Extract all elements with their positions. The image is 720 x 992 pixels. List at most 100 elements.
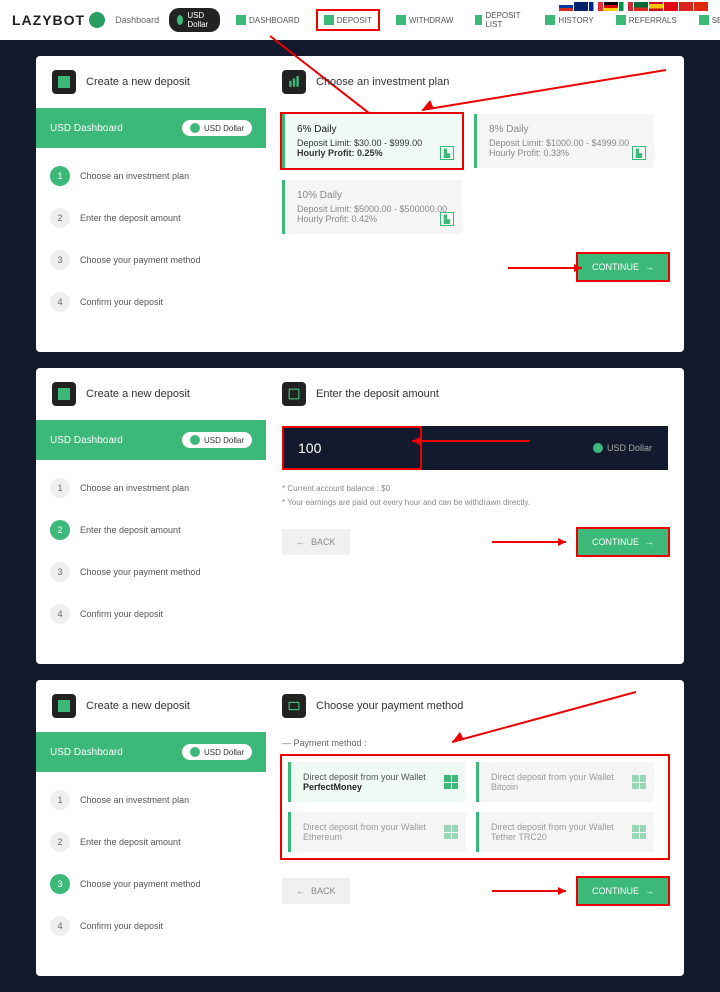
step-1[interactable]: 1Choose an investment plan bbox=[50, 166, 252, 186]
annotation-arrow-continue-1 bbox=[508, 262, 588, 274]
history-icon bbox=[545, 15, 555, 25]
dollar-icon bbox=[177, 15, 183, 25]
qr-icon bbox=[632, 775, 646, 789]
amount-input[interactable]: 100 USD Dollar bbox=[282, 426, 668, 470]
plan-10-daily[interactable]: 10% Daily Deposit Limit: $5000.00 - $500… bbox=[282, 180, 462, 234]
back-button[interactable]: ←BACK bbox=[282, 878, 350, 904]
nav-referrals[interactable]: REFERRALS bbox=[610, 11, 683, 29]
usd-dashboard-bar: USD Dashboard USD Dollar bbox=[36, 420, 266, 460]
continue-button[interactable]: CONTINUE→ bbox=[578, 529, 668, 555]
create-deposit-icon bbox=[52, 70, 76, 94]
nav-withdraw[interactable]: WITHDRAW bbox=[390, 11, 460, 29]
flag-vn[interactable] bbox=[679, 2, 693, 11]
plan-section-title: Choose an investment plan bbox=[316, 76, 449, 88]
card-choose-plan: Create a new deposit USD Dashboard USD D… bbox=[36, 56, 684, 352]
pm-perfectmoney[interactable]: Direct deposit from your Wallet PerfectM… bbox=[288, 762, 466, 802]
step-3[interactable]: 3Choose your payment method bbox=[50, 562, 252, 582]
step-1[interactable]: 1Choose an investment plan bbox=[50, 478, 252, 498]
arrow-right-icon: → bbox=[645, 537, 654, 547]
flag-fr[interactable] bbox=[589, 2, 603, 11]
dollar-icon bbox=[593, 443, 603, 453]
usd-dashboard-bar: USD Dashboard USD Dollar bbox=[36, 732, 266, 772]
flag-it[interactable] bbox=[619, 2, 633, 11]
amount-section-icon bbox=[282, 382, 306, 406]
flag-es[interactable] bbox=[649, 2, 663, 11]
step-3[interactable]: 3Choose your payment method bbox=[50, 250, 252, 270]
pm-ethereum[interactable]: Direct deposit from your Wallet Ethereum bbox=[288, 812, 466, 852]
topbar: LAZYBOT Dashboard USD Dollar DASHBOARD D… bbox=[0, 0, 720, 40]
usd-dashboard-bar: USD Dashboard USD Dollar bbox=[36, 108, 266, 148]
qr-icon bbox=[444, 825, 458, 839]
usd-chip[interactable]: USD Dollar bbox=[182, 744, 252, 760]
dollar-icon bbox=[190, 747, 200, 757]
create-deposit-icon bbox=[52, 382, 76, 406]
referrals-icon bbox=[616, 15, 626, 25]
step-1[interactable]: 1Choose an investment plan bbox=[50, 790, 252, 810]
logo-badge-icon bbox=[89, 12, 105, 28]
chart-icon: ▙ bbox=[440, 146, 454, 160]
pm-tether-trc20[interactable]: Direct deposit from your Wallet Tether T… bbox=[476, 812, 654, 852]
amount-notes: * Current account balance : $0 * Your ea… bbox=[282, 482, 668, 509]
step-2[interactable]: 2Enter the deposit amount bbox=[50, 520, 252, 540]
plan-6-daily[interactable]: 6% Daily Deposit Limit: $30.00 - $999.00… bbox=[282, 114, 462, 168]
dollar-icon bbox=[190, 435, 200, 445]
create-deposit-title: Create a new deposit bbox=[86, 700, 190, 712]
plan-8-daily[interactable]: 8% Daily Deposit Limit: $1000.00 - $4999… bbox=[474, 114, 654, 168]
nav-deposit[interactable]: DEPOSIT bbox=[316, 9, 380, 31]
step-2[interactable]: 2Enter the deposit amount bbox=[50, 832, 252, 852]
arrow-left-icon: ← bbox=[296, 537, 305, 547]
amount-value: 100 bbox=[298, 440, 321, 456]
steps-list: 1Choose an investment plan 2Enter the de… bbox=[36, 148, 266, 352]
nav-settings[interactable]: SETTINGS bbox=[693, 11, 720, 29]
plans-grid: 6% Daily Deposit Limit: $30.00 - $999.00… bbox=[282, 114, 668, 234]
right-nav: SETTINGS 2FA bbox=[693, 11, 720, 29]
usd-chip[interactable]: USD Dollar bbox=[182, 432, 252, 448]
chart-icon: ▙ bbox=[632, 146, 646, 160]
logo: LAZYBOT bbox=[12, 12, 105, 28]
create-deposit-icon bbox=[52, 694, 76, 718]
flag-de[interactable] bbox=[604, 2, 618, 11]
step-3[interactable]: 3Choose your payment method bbox=[50, 874, 252, 894]
payment-section-title: Choose your payment method bbox=[316, 700, 463, 712]
create-deposit-title: Create a new deposit bbox=[86, 388, 190, 400]
amount-section-title: Enter the deposit amount bbox=[316, 388, 439, 400]
flag-ru[interactable] bbox=[559, 2, 573, 11]
amount-currency: USD Dollar bbox=[593, 443, 652, 453]
nav-history[interactable]: HISTORY bbox=[539, 11, 599, 29]
settings-icon bbox=[699, 15, 709, 25]
dollar-icon bbox=[190, 123, 200, 133]
brand-text: LAZYBOT bbox=[12, 12, 85, 28]
qr-icon bbox=[632, 825, 646, 839]
language-flags bbox=[559, 2, 708, 11]
continue-button[interactable]: CONTINUE→ bbox=[578, 254, 668, 280]
step-2[interactable]: 2Enter the deposit amount bbox=[50, 208, 252, 228]
nav-deposit-list[interactable]: DEPOSIT LIST bbox=[469, 7, 529, 33]
arrow-right-icon: → bbox=[645, 886, 654, 896]
step-4[interactable]: 4Confirm your deposit bbox=[50, 292, 252, 312]
payment-methods-grid: Direct deposit from your Wallet PerfectM… bbox=[282, 756, 668, 858]
payment-method-label: — Payment method : bbox=[282, 738, 668, 748]
annotation-arrow-continue-2 bbox=[492, 536, 572, 548]
flag-pt[interactable] bbox=[634, 2, 648, 11]
arrow-left-icon: ← bbox=[296, 886, 305, 896]
flag-cn[interactable] bbox=[694, 2, 708, 11]
chart-icon: ▙ bbox=[440, 212, 454, 226]
create-deposit-title: Create a new deposit bbox=[86, 76, 190, 88]
step-4[interactable]: 4Confirm your deposit bbox=[50, 916, 252, 936]
continue-button[interactable]: CONTINUE→ bbox=[578, 878, 668, 904]
plan-section-icon bbox=[282, 70, 306, 94]
step-4[interactable]: 4Confirm your deposit bbox=[50, 604, 252, 624]
currency-pill[interactable]: USD Dollar bbox=[169, 8, 220, 32]
card-payment-method: Create a new deposit USD Dashboard USD D… bbox=[36, 680, 684, 976]
flag-tr[interactable] bbox=[664, 2, 678, 11]
payment-section-icon bbox=[282, 694, 306, 718]
dashboard-icon bbox=[236, 15, 246, 25]
back-button[interactable]: ←BACK bbox=[282, 529, 350, 555]
nav-dashboard[interactable]: DASHBOARD bbox=[230, 11, 306, 29]
deposit-icon bbox=[324, 15, 334, 25]
usd-chip[interactable]: USD Dollar bbox=[182, 120, 252, 136]
card-enter-amount: Create a new deposit USD Dashboard USD D… bbox=[36, 368, 684, 664]
flag-uk[interactable] bbox=[574, 2, 588, 11]
withdraw-icon bbox=[396, 15, 406, 25]
pm-bitcoin[interactable]: Direct deposit from your Wallet Bitcoin bbox=[476, 762, 654, 802]
